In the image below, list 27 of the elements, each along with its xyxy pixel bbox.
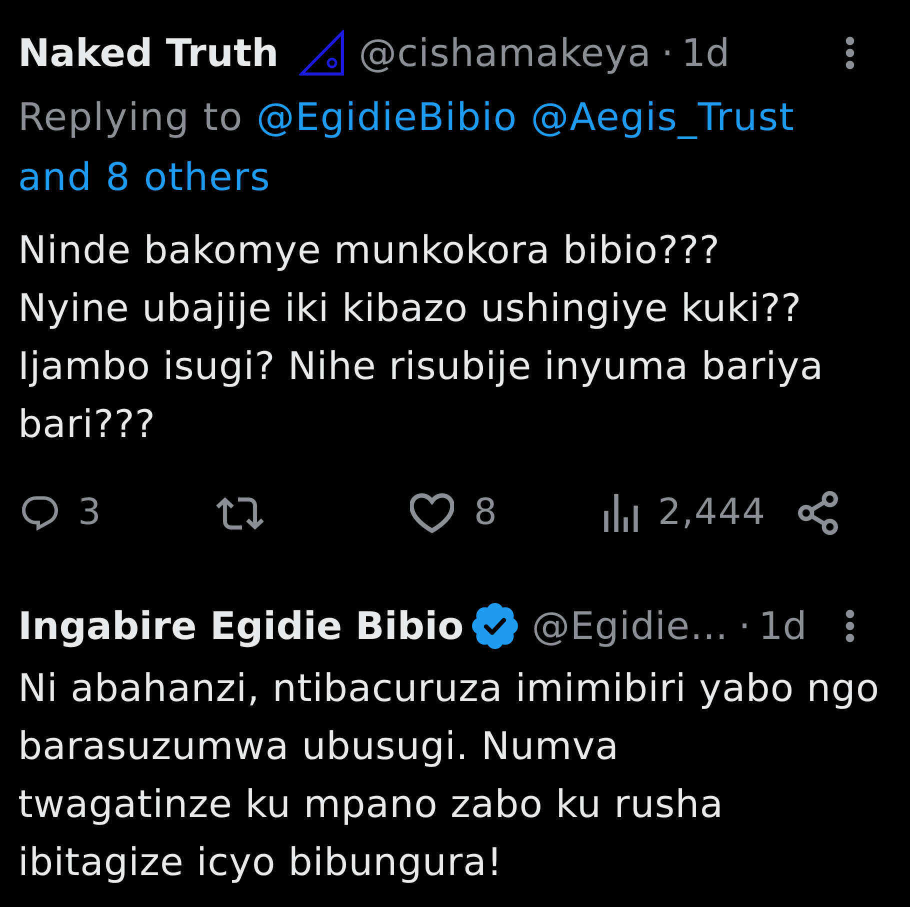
like-button[interactable]: 8 (410, 493, 498, 533)
author-handle: @Egidie… (532, 607, 728, 645)
views-button[interactable]: 2,444 (604, 494, 766, 532)
heart-icon (410, 493, 454, 533)
author-handle: @cishamakeya (358, 34, 652, 72)
post-time: 1d (681, 34, 730, 72)
share-button[interactable] (798, 491, 838, 535)
more-options-icon[interactable] (844, 609, 856, 643)
repost-button[interactable] (216, 496, 264, 530)
author-name: Naked Truth (18, 34, 279, 72)
share-icon (798, 491, 838, 535)
reply-button[interactable]: 3 (22, 495, 102, 531)
separator-dot: · (661, 34, 674, 72)
mention-link[interactable]: @EgidieBibio (256, 95, 518, 139)
replying-to-text: Replying to @EgidieBibio @Aegis_Trust and 8 others (18, 94, 796, 201)
post-time: 1d (758, 607, 807, 645)
separator-dot: · (738, 607, 751, 645)
author-name: Ingabire Egidie Bibio (18, 607, 464, 645)
post-text: Ninde bakomye munkokora bibio??? Nyine ubajije iki kibazo ushingiye kuki?? Ijambo isugi? Nihe risubije inyuma bariya bari??? (18, 227, 825, 448)
mention-link[interactable]: @Aegis_Trust (530, 95, 795, 139)
more-options-icon[interactable] (844, 36, 856, 70)
post-text: Ni abahanzi, ntibacuruza imimibiri yabo ngo barasuzumwa ubusugi. Numva twagatinze ku mpano zabo ku rusha ibitagize icyo bibungura! (18, 665, 881, 886)
reply-icon (22, 496, 58, 530)
others-link[interactable]: and 8 others (18, 155, 271, 199)
repost-icon (216, 496, 264, 530)
bar-chart-icon (604, 494, 638, 532)
verified-badge-icon (472, 603, 518, 649)
